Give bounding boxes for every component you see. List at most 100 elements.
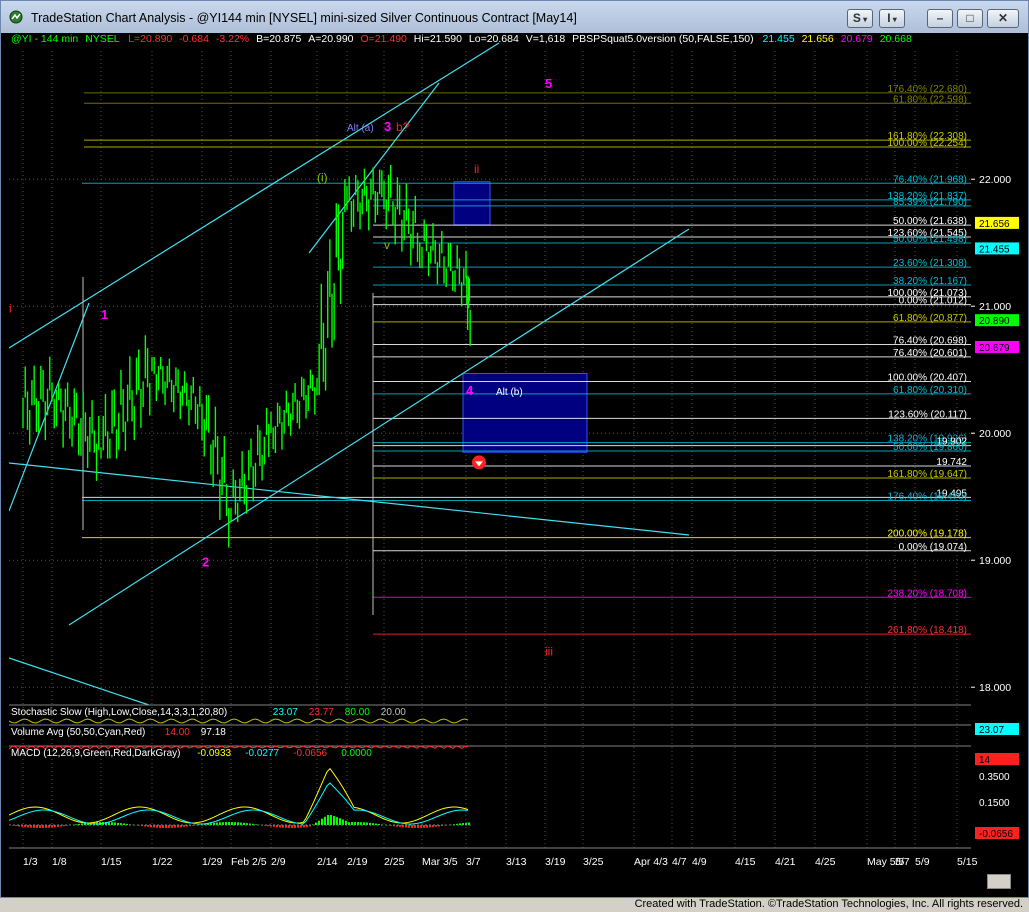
symbol-label: @YI - 144 min (11, 33, 79, 45)
x-axis-label: 3/7 (466, 856, 481, 868)
indicator-value: -0.0933 (197, 748, 231, 759)
volume: V=1,618 (525, 33, 566, 45)
close-button[interactable]: ✕ (987, 9, 1019, 28)
indicator-value: 20.00 (381, 707, 406, 718)
chart-header: @YI - 144 min NYSEL L=20.890 -0.684 -3.2… (9, 33, 912, 47)
macd-badge-label: -0.0656 (979, 829, 1013, 840)
x-axis-label: 3/25 (583, 856, 604, 868)
indicator-value: 80.00 (345, 707, 370, 718)
macd-axis-label: 0.1500 (979, 798, 1010, 809)
fib-label: 0.00% (21.012) (899, 296, 967, 307)
low-price: Lo=20.684 (468, 33, 519, 45)
wave-label: v (384, 238, 390, 252)
ask-price: A=20.990 (308, 33, 354, 45)
wave-label: ii (474, 162, 479, 176)
fib-label: 50.00% (19.860) (893, 442, 967, 453)
pct-change: -3.22% (215, 33, 250, 45)
fib-label: 176.40% (19.470) (887, 492, 967, 503)
trend-line (68, 228, 690, 626)
interval-link-button[interactable]: I ▾ (879, 9, 905, 28)
wave-label: Alt (a) (347, 123, 374, 134)
open-price: O=21.490 (360, 33, 407, 45)
y-axis-label: 18.000 (979, 682, 1011, 694)
price-badge-label: 21.656 (979, 219, 1010, 230)
x-axis-label: 5/9 (915, 856, 930, 868)
stochastic-line (8, 718, 469, 724)
indicator-name: PBSPSquat5.0version (50,FALSE,150) (572, 33, 754, 45)
wave-label: i (9, 302, 12, 316)
footer-bar: Created with TradeStation. ©TradeStation… (0, 898, 1029, 912)
indicator-value: -0.0656 (293, 748, 327, 759)
fib-label: 38.20% (21.167) (893, 276, 967, 287)
fib-label: 50.00% (21.498) (893, 234, 967, 245)
window-title: TradeStation Chart Analysis - @YI144 min… (31, 11, 577, 25)
x-axis-label: 1/3 (23, 856, 38, 868)
volume-badge-label: 14 (979, 755, 991, 766)
x-axis-label: 3/13 (506, 856, 527, 868)
wave-label: 2 (202, 555, 209, 570)
indicator-value: 0.0000 (341, 748, 372, 759)
indicator-value-2: 21.656 (801, 33, 834, 45)
copyright-footer: Created with TradeStation. ©TradeStation… (634, 898, 1023, 910)
trend-line (8, 462, 690, 536)
x-axis-label: 4/9 (692, 856, 707, 868)
fib-label: 19.742 (936, 457, 967, 468)
fib-label: 200.00% (19.178) (887, 529, 967, 540)
indicator-value: -0.0277 (245, 748, 279, 759)
fib-label: 238.20% (18.708) (887, 588, 967, 599)
fib-label: 23.60% (21.308) (893, 258, 967, 269)
y-axis-label: 20.000 (979, 428, 1011, 440)
last-price: L=20.890 (128, 33, 173, 45)
trend-line (8, 657, 150, 706)
indicator-value: 14.00 (165, 727, 190, 738)
x-axis-label: 4/15 (735, 856, 756, 868)
fib-label: 261.80% (18.418) (887, 625, 967, 636)
indicator-value: 97.18 (201, 727, 226, 738)
macd-axis-label: 0.3500 (979, 772, 1010, 783)
x-axis-label: 4/25 (815, 856, 836, 868)
scrollbar-thumb[interactable] (987, 874, 1011, 889)
x-axis-label: 5/15 (957, 856, 978, 868)
horizontal-scrollbar[interactable] (9, 873, 1023, 891)
indicator-value-4: 20.668 (879, 33, 912, 45)
price-badge-label: 20.679 (979, 343, 1010, 354)
title-bar[interactable]: TradeStation Chart Analysis - @YI144 min… (1, 1, 1028, 33)
chart-window: TradeStation Chart Analysis - @YI144 min… (0, 0, 1029, 898)
wave-label: 3 (384, 119, 391, 134)
fib-label: 76.40% (21.968) (893, 174, 967, 185)
indicator-value-3: 20.679 (840, 33, 873, 45)
wave-label: 1 (101, 307, 108, 322)
x-axis-label: 1/29 (202, 856, 223, 868)
fib-label: 0.00% (19.074) (899, 542, 967, 553)
indicator-value: 23.77 (309, 707, 334, 718)
indicator-value-1: 21.455 (762, 33, 795, 45)
tradestation-app-icon (9, 10, 23, 24)
wave-label: 4 (466, 383, 474, 398)
x-axis-label: 1/15 (101, 856, 122, 868)
fib-label: 50.00% (21.638) (893, 216, 967, 227)
fib-label: 100.00% (22.254) (887, 138, 967, 149)
price-badge-label: 20.890 (979, 316, 1010, 327)
wave-4-target-box (462, 373, 588, 453)
x-axis-label: 1/8 (52, 856, 67, 868)
x-axis-label: 2/25 (384, 856, 405, 868)
chart-area[interactable]: 176.40% (22.680) 61.80% (22.598) 161.80% (… (8, 33, 1023, 878)
x-axis-label: 5/7 (895, 856, 910, 868)
fib-label: 76.40% (20.601) (893, 348, 967, 359)
macd-line (8, 767, 469, 824)
indicator-name: Stochastic Slow (High,Low,Close,14,3,3,1… (11, 707, 227, 718)
price-chart[interactable]: 176.40% (22.680)61.80% (22.598)161.80% (… (8, 33, 1023, 878)
minimize-button[interactable]: – (927, 9, 953, 28)
symbol-link-button[interactable]: S ▾ (847, 9, 873, 28)
x-axis-label: 2/14 (317, 856, 338, 868)
net-change: -0.684 (179, 33, 209, 45)
fib-label: 61.80% (20.310) (893, 385, 967, 396)
x-axis-label: 4/7 (672, 856, 687, 868)
fib-label: 161.80% (19.647) (887, 469, 967, 480)
high-price: Hi=21.590 (413, 33, 462, 45)
wave-label: b? (396, 120, 410, 134)
x-axis-label: 4/21 (775, 856, 796, 868)
macd-signal-line (8, 782, 469, 825)
fib-label: 176.40% (22.680) (887, 84, 967, 95)
maximize-button[interactable]: □ (957, 9, 983, 28)
